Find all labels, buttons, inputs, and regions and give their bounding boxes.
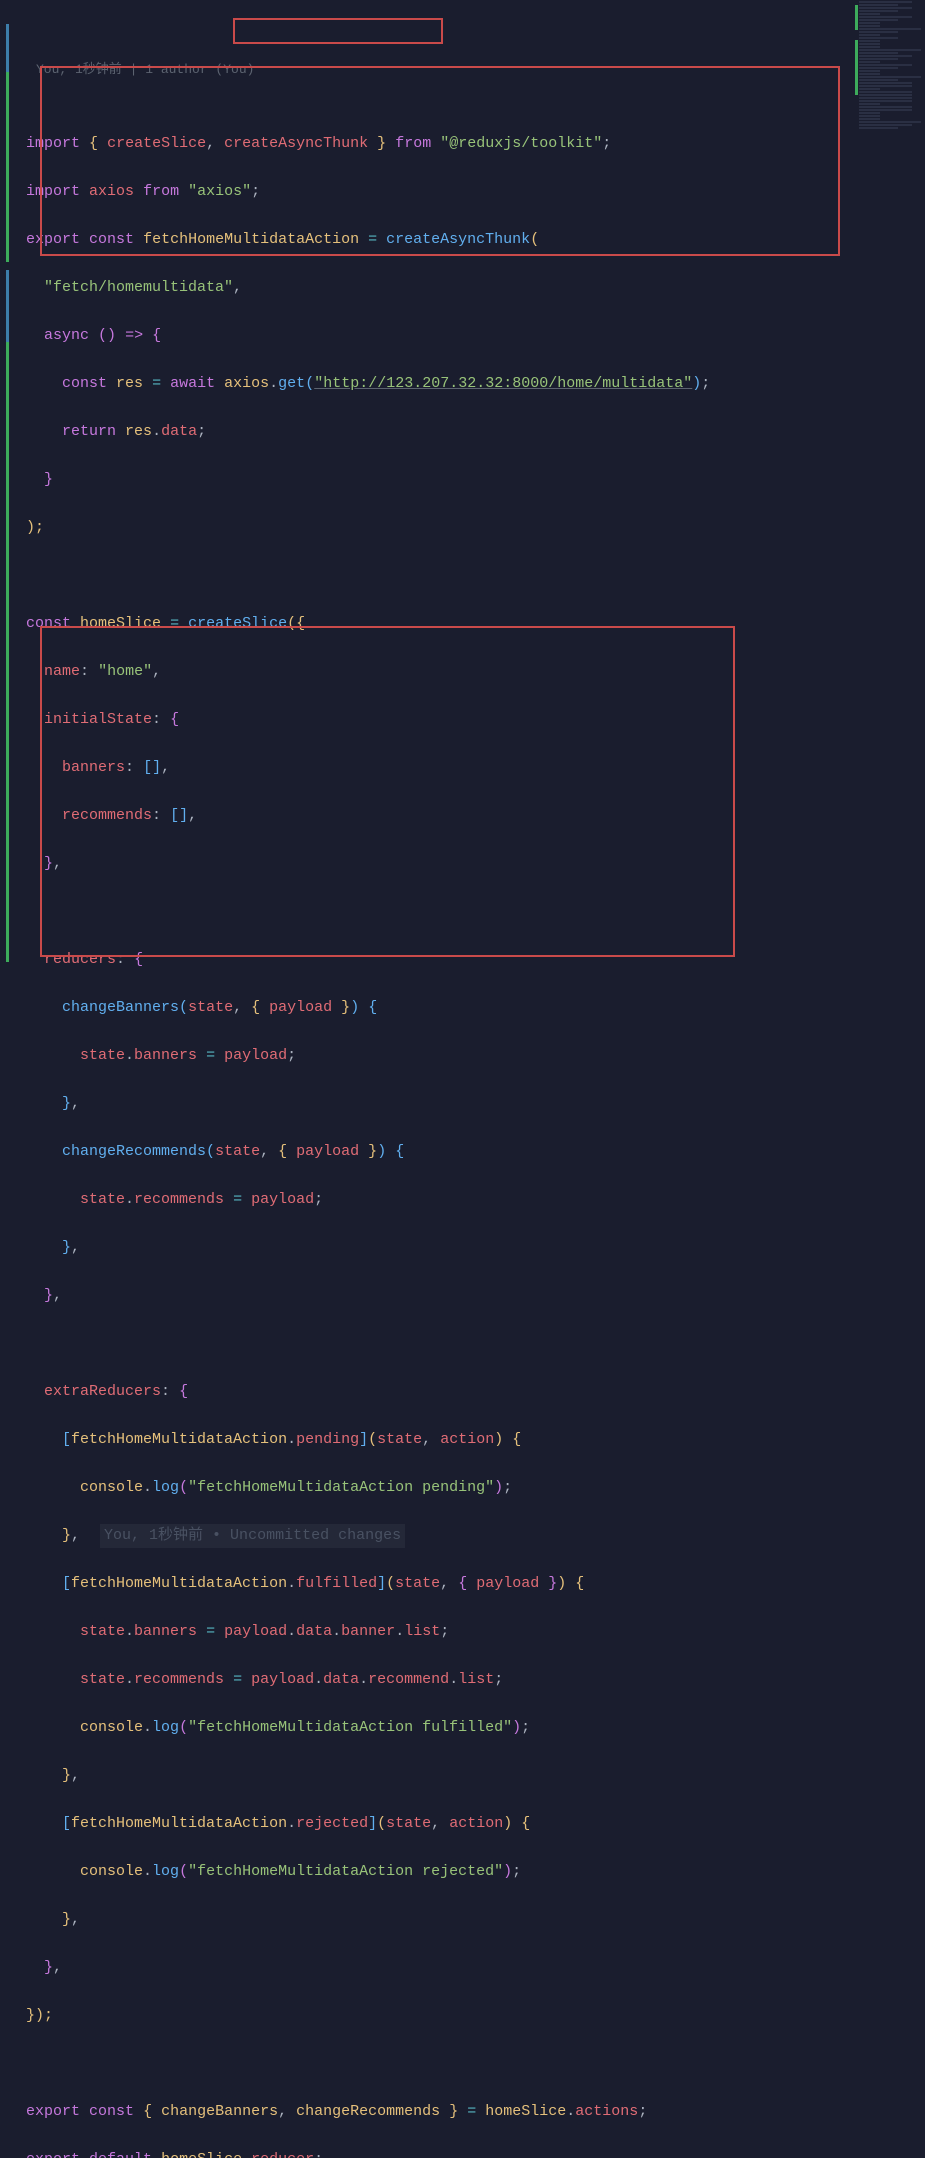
code-line[interactable]: export default homeSlice.reducer; — [26, 2148, 917, 2158]
code-line[interactable]: async () => { — [26, 324, 917, 348]
code-editor[interactable]: You, 1秒钟前 | 1 author (You) import { crea… — [18, 0, 925, 1079]
code-line[interactable]: }, — [26, 1956, 917, 1980]
code-line[interactable]: }, — [26, 852, 917, 876]
code-line[interactable]: const homeSlice = createSlice({ — [26, 612, 917, 636]
code-line[interactable] — [26, 564, 917, 588]
code-line[interactable]: banners: [], — [26, 756, 917, 780]
code-line[interactable] — [26, 2052, 917, 2076]
highlight-box-1 — [233, 18, 443, 44]
code-line[interactable]: }, — [26, 1764, 917, 1788]
editor-gutter — [0, 0, 18, 1079]
code-line[interactable]: [fetchHomeMultidataAction.pending](state… — [26, 1428, 917, 1452]
code-line[interactable]: export const fetchHomeMultidataAction = … — [26, 228, 917, 252]
code-line[interactable]: recommends: [], — [26, 804, 917, 828]
code-line[interactable]: }, — [26, 1092, 917, 1116]
editor-container: You, 1秒钟前 | 1 author (You) import { crea… — [0, 0, 925, 1079]
code-line[interactable]: import axios from "axios"; — [26, 180, 917, 204]
code-line[interactable]: state.banners = payload; — [26, 1044, 917, 1068]
code-line[interactable]: ); — [26, 516, 917, 540]
code-line[interactable]: state.recommends = payload; — [26, 1188, 917, 1212]
code-line[interactable]: reducers: { — [26, 948, 917, 972]
code-line[interactable] — [26, 1332, 917, 1356]
minimap[interactable] — [855, 0, 925, 1079]
inline-git-blame[interactable]: You, 1秒钟前 • Uncommitted changes — [100, 1527, 405, 1544]
code-line[interactable]: }); — [26, 2004, 917, 2028]
code-line[interactable]: initialState: { — [26, 708, 917, 732]
code-line[interactable]: state.banners = payload.data.banner.list… — [26, 1620, 917, 1644]
code-line[interactable]: changeBanners(state, { payload }) { — [26, 996, 917, 1020]
code-line[interactable]: "fetch/homemultidata", — [26, 276, 917, 300]
code-line[interactable] — [26, 900, 917, 924]
code-line[interactable]: name: "home", — [26, 660, 917, 684]
code-line[interactable]: [fetchHomeMultidataAction.fulfilled](sta… — [26, 1572, 917, 1596]
code-line[interactable]: },You, 1秒钟前 • Uncommitted changes — [26, 1524, 917, 1548]
code-line[interactable]: console.log("fetchHomeMultidataAction re… — [26, 1860, 917, 1884]
code-line[interactable]: export const { changeBanners, changeReco… — [26, 2100, 917, 2124]
code-line[interactable]: import { createSlice, createAsyncThunk }… — [26, 132, 917, 156]
code-line[interactable]: return res.data; — [26, 420, 917, 444]
code-line[interactable]: state.recommends = payload.data.recommen… — [26, 1668, 917, 1692]
code-line[interactable]: extraReducers: { — [26, 1380, 917, 1404]
code-line[interactable]: const res = await axios.get("http://123.… — [26, 372, 917, 396]
code-line[interactable]: changeRecommends(state, { payload }) { — [26, 1140, 917, 1164]
codelens-top[interactable]: You, 1秒钟前 | 1 author (You) — [26, 58, 917, 82]
code-line[interactable]: console.log("fetchHomeMultidataAction pe… — [26, 1476, 917, 1500]
code-line[interactable]: console.log("fetchHomeMultidataAction fu… — [26, 1716, 917, 1740]
code-line[interactable]: }, — [26, 1284, 917, 1308]
code-line[interactable]: }, — [26, 1908, 917, 1932]
code-line[interactable]: }, — [26, 1236, 917, 1260]
code-line[interactable]: [fetchHomeMultidataAction.rejected](stat… — [26, 1812, 917, 1836]
code-line[interactable]: } — [26, 468, 917, 492]
